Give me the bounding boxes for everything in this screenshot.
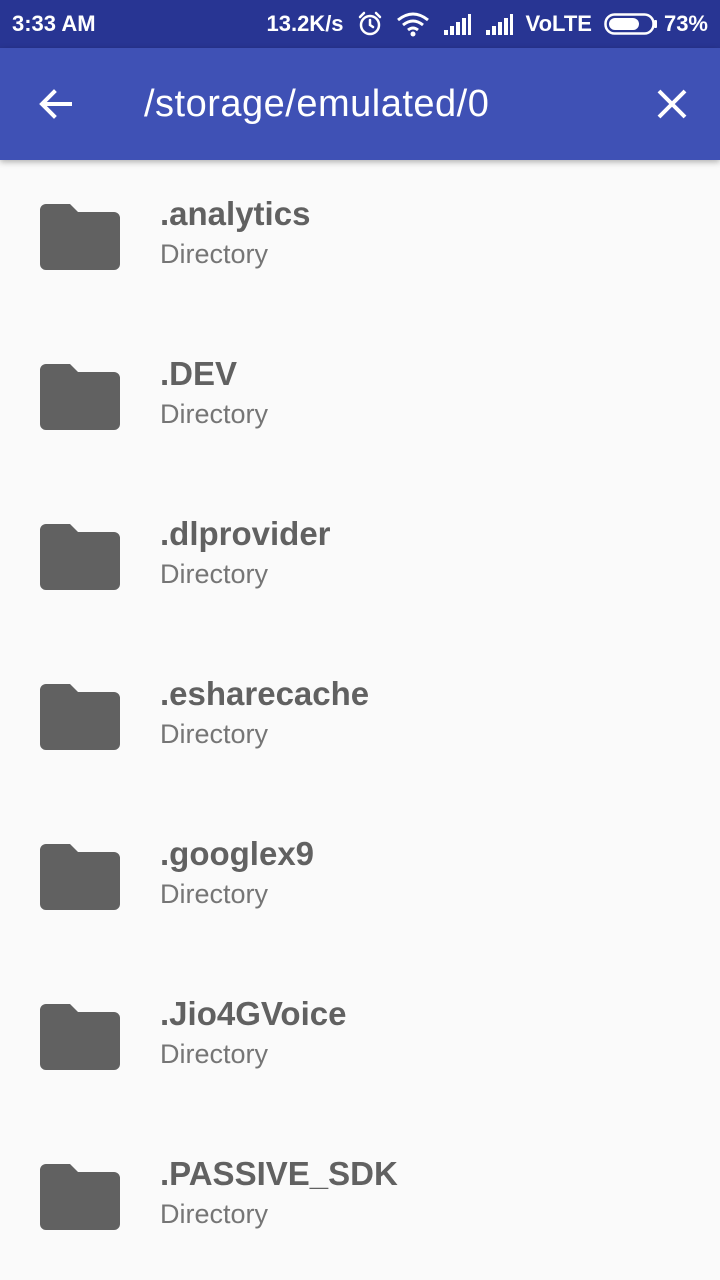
file-name: .googlex9	[160, 835, 315, 872]
folder-icon	[40, 364, 120, 430]
battery-percent: 73%	[663, 11, 708, 36]
list-item[interactable]: .esharecache Directory	[0, 640, 720, 800]
file-name: .esharecache	[160, 675, 370, 712]
file-type: Directory	[160, 559, 269, 589]
file-type: Directory	[160, 879, 269, 909]
item-text: .esharecache Directory	[160, 674, 369, 752]
file-name: .PASSIVE_SDK	[160, 1155, 398, 1192]
item-text: .DEV Directory	[160, 354, 268, 432]
folder-icon	[40, 844, 120, 910]
folder-icon	[40, 1164, 120, 1230]
item-text: .Jio4GVoice Directory	[160, 994, 346, 1072]
file-name: .DEV	[160, 355, 238, 392]
battery-indicator: 73%	[604, 11, 708, 37]
item-text: .analytics Directory	[160, 194, 310, 272]
signal-icon	[442, 12, 472, 36]
item-text: .googlex9 Directory	[160, 834, 314, 912]
list-item[interactable]: .PASSIVE_SDK Directory	[0, 1120, 720, 1280]
file-type: Directory	[160, 1039, 269, 1069]
arrow-back-icon	[39, 89, 72, 119]
status-bar: 3:33 AM 13.2K/s VoLTE 73%	[0, 0, 720, 48]
file-type: Directory	[160, 719, 269, 749]
file-name: .Jio4GVoice	[160, 995, 347, 1032]
back-button[interactable]	[0, 48, 112, 160]
item-text: .PASSIVE_SDK Directory	[160, 1154, 398, 1232]
folder-icon	[40, 524, 120, 590]
close-icon	[657, 89, 687, 119]
file-type: Directory	[160, 239, 269, 269]
network-type: VoLTE	[525, 11, 592, 36]
file-type: Directory	[160, 1199, 269, 1229]
file-list: .analytics Directory .DEV Directory .dlprovi…	[0, 160, 720, 1280]
page-title: /storage/emulated/0	[144, 82, 490, 125]
app-bar: /storage/emulated/0	[0, 48, 720, 160]
file-name: .dlprovider	[160, 515, 331, 552]
wifi-icon	[396, 11, 430, 37]
status-time: 3:33 AM	[12, 11, 96, 36]
battery-icon	[604, 13, 657, 35]
list-item[interactable]: .googlex9 Directory	[0, 800, 720, 960]
list-item[interactable]: .analytics Directory	[0, 160, 720, 320]
status-icons: 13.2K/s VoLTE 73%	[266, 10, 708, 38]
alarm-icon	[356, 10, 384, 38]
file-name: .analytics	[160, 195, 311, 232]
folder-icon	[40, 204, 120, 270]
list-item[interactable]: .dlprovider Directory	[0, 480, 720, 640]
signal-icon-2	[484, 12, 514, 36]
file-type: Directory	[160, 399, 269, 429]
folder-icon	[40, 684, 120, 750]
item-text: .dlprovider Directory	[160, 514, 331, 592]
close-button[interactable]	[624, 48, 720, 160]
list-item[interactable]: .Jio4GVoice Directory	[0, 960, 720, 1120]
folder-icon	[40, 1004, 120, 1070]
list-item[interactable]: .DEV Directory	[0, 320, 720, 480]
network-speed: 13.2K/s	[266, 11, 344, 36]
